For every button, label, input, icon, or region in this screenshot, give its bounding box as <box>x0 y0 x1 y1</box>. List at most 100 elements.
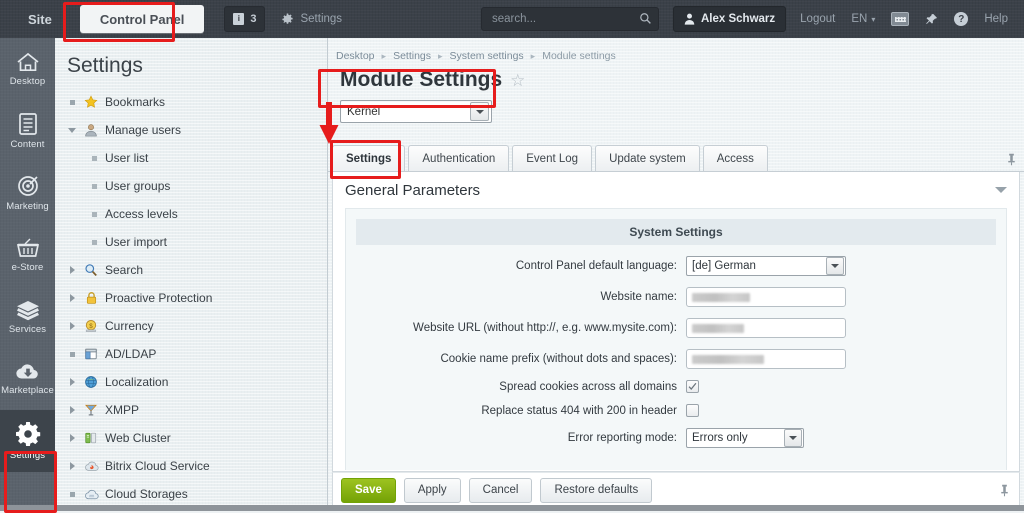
field-control <box>686 404 1006 417</box>
question-mark-icon: ? <box>954 12 969 26</box>
field-control: [de] German <box>686 256 1006 276</box>
sidebar-item-label: AD/LDAP <box>105 347 157 361</box>
sidebar-item-ad-ldap[interactable]: AD/LDAP <box>55 340 327 368</box>
sidebar-item-search[interactable]: Search <box>55 256 327 284</box>
twisty-right-icon <box>67 293 77 303</box>
breadcrumb-item-desktop[interactable]: Desktop <box>336 50 375 62</box>
help-link[interactable]: Help <box>984 13 1008 25</box>
pin-panel-button[interactable] <box>925 13 938 26</box>
rail-item-marketing[interactable]: Marketing <box>0 162 55 224</box>
help-question-button[interactable]: ? <box>954 12 969 26</box>
sidebar-item-user-groups[interactable]: User groups <box>55 172 327 200</box>
pin-icon <box>926 13 938 24</box>
search-input[interactable] <box>490 12 622 26</box>
rail-item-marketplace[interactable]: Marketplace <box>0 348 55 410</box>
sidebar-item-cloud-storages[interactable]: Cloud Storages <box>55 480 327 508</box>
website-name-input[interactable] <box>686 287 846 307</box>
sidebar-item-xmpp[interactable]: XMPP <box>55 396 327 424</box>
site-tab[interactable]: Site <box>10 5 70 33</box>
keyboard-shortcuts-button[interactable] <box>891 12 910 26</box>
tab-access[interactable]: Access <box>702 145 768 171</box>
save-button[interactable]: Save <box>341 477 396 503</box>
module-select[interactable]: Kernel <box>340 100 492 123</box>
collapse-chevron-icon[interactable] <box>995 187 1007 193</box>
twisty-right-icon <box>67 265 77 275</box>
sidebar-item-user-list[interactable]: User list <box>55 144 327 172</box>
settings-sidebar-panel: Settings Bookmarks Manage users User lis… <box>55 38 328 511</box>
rail-item-desktop[interactable]: Desktop <box>0 38 55 100</box>
cloud-storage-icon <box>83 486 99 502</box>
search-icon <box>640 13 651 24</box>
sidebar-item-user-import[interactable]: User import <box>55 228 327 256</box>
language-switcher[interactable]: EN ▾ <box>851 13 875 25</box>
target-icon <box>17 176 38 196</box>
panel-header[interactable]: General Parameters <box>333 172 1019 208</box>
header-settings-link[interactable]: Settings <box>281 12 342 26</box>
rail-item-services[interactable]: Services <box>0 286 55 348</box>
pin-tabs-button[interactable] <box>1007 153 1016 166</box>
field-control <box>686 318 1006 338</box>
replace-404-checkbox[interactable] <box>686 404 699 417</box>
checkmark-icon <box>688 382 697 390</box>
search-box[interactable] <box>481 7 659 31</box>
sidebar-item-access-levels[interactable]: Access levels <box>55 200 327 228</box>
notifications-button[interactable]: i 3 <box>224 6 266 32</box>
breadcrumb-item-settings[interactable]: Settings <box>393 50 431 62</box>
chevron-down-icon[interactable] <box>826 257 844 275</box>
sidebar-item-label: Access levels <box>105 207 178 221</box>
sidebar-item-label: Currency <box>105 319 154 333</box>
breadcrumb-item-system-settings[interactable]: System settings <box>450 50 524 62</box>
sidebar-item-bitrix-cloud-service[interactable]: Bitrix Cloud Service <box>55 452 327 480</box>
field-row-default-language: Control Panel default language: [de] Ger… <box>346 256 1006 276</box>
website-url-input[interactable] <box>686 318 846 338</box>
logout-link[interactable]: Logout <box>800 13 835 25</box>
tab-update-system[interactable]: Update system <box>595 145 700 171</box>
default-language-value: [de] German <box>692 260 756 272</box>
rail-item-settings[interactable]: Settings <box>0 410 55 472</box>
coin-icon: $ <box>83 318 99 334</box>
breadcrumb: Desktop ▸ Settings ▸ System settings ▸ M… <box>328 38 1024 62</box>
rail-label: Content <box>10 139 45 150</box>
directory-icon <box>83 346 99 362</box>
redacted-value <box>692 323 744 333</box>
chevron-down-icon[interactable] <box>470 102 489 121</box>
sidebar-item-manage-users[interactable]: Manage users <box>55 116 327 144</box>
twisty-right-icon <box>67 405 77 415</box>
rail-item-estore[interactable]: e-Store <box>0 224 55 286</box>
favorite-star-icon[interactable]: ☆ <box>510 72 525 89</box>
tab-authentication[interactable]: Authentication <box>408 145 510 171</box>
cookie-prefix-input[interactable] <box>686 349 846 369</box>
twisty-dot-icon <box>67 97 77 107</box>
rail-item-content[interactable]: Content <box>0 100 55 162</box>
star-icon <box>83 94 99 110</box>
apply-button[interactable]: Apply <box>403 477 461 503</box>
spread-cookies-checkbox[interactable] <box>686 380 699 393</box>
sidebar-item-label: Search <box>105 263 144 277</box>
cancel-button[interactable]: Cancel <box>468 477 533 503</box>
pin-buttons-button[interactable] <box>1000 484 1009 497</box>
redacted-value <box>692 292 750 302</box>
error-reporting-select[interactable]: Errors only <box>686 428 804 448</box>
restore-defaults-button[interactable]: Restore defaults <box>540 477 653 503</box>
globe-icon <box>83 374 99 390</box>
control-panel-tab[interactable]: Control Panel <box>79 5 205 33</box>
error-reporting-value: Errors only <box>692 432 748 444</box>
field-control: Errors only <box>686 428 1006 448</box>
cloud-download-icon <box>15 364 38 379</box>
field-label: Control Panel default language: <box>515 260 677 272</box>
default-language-select[interactable]: [de] German <box>686 256 846 276</box>
keyboard-icon <box>891 12 910 26</box>
pin-icon <box>1008 153 1015 166</box>
chevron-down-icon[interactable] <box>784 429 802 447</box>
tab-event-log[interactable]: Event Log <box>512 145 593 171</box>
sidebar-item-bookmarks[interactable]: Bookmarks <box>55 88 327 116</box>
tab-bar: Settings Authentication Event Log Update… <box>328 144 1024 172</box>
user-menu-button[interactable]: Alex Schwarz <box>673 6 787 32</box>
sidebar-item-web-cluster[interactable]: Web Cluster <box>55 424 327 452</box>
sidebar-item-currency[interactable]: $ Currency <box>55 312 327 340</box>
twisty-dot-icon <box>89 181 99 191</box>
sidebar-item-proactive-protection[interactable]: Proactive Protection <box>55 284 327 312</box>
sidebar-item-localization[interactable]: Localization <box>55 368 327 396</box>
tab-settings[interactable]: Settings <box>332 145 406 171</box>
general-parameters-panel: General Parameters System Settings Contr… <box>332 172 1020 472</box>
